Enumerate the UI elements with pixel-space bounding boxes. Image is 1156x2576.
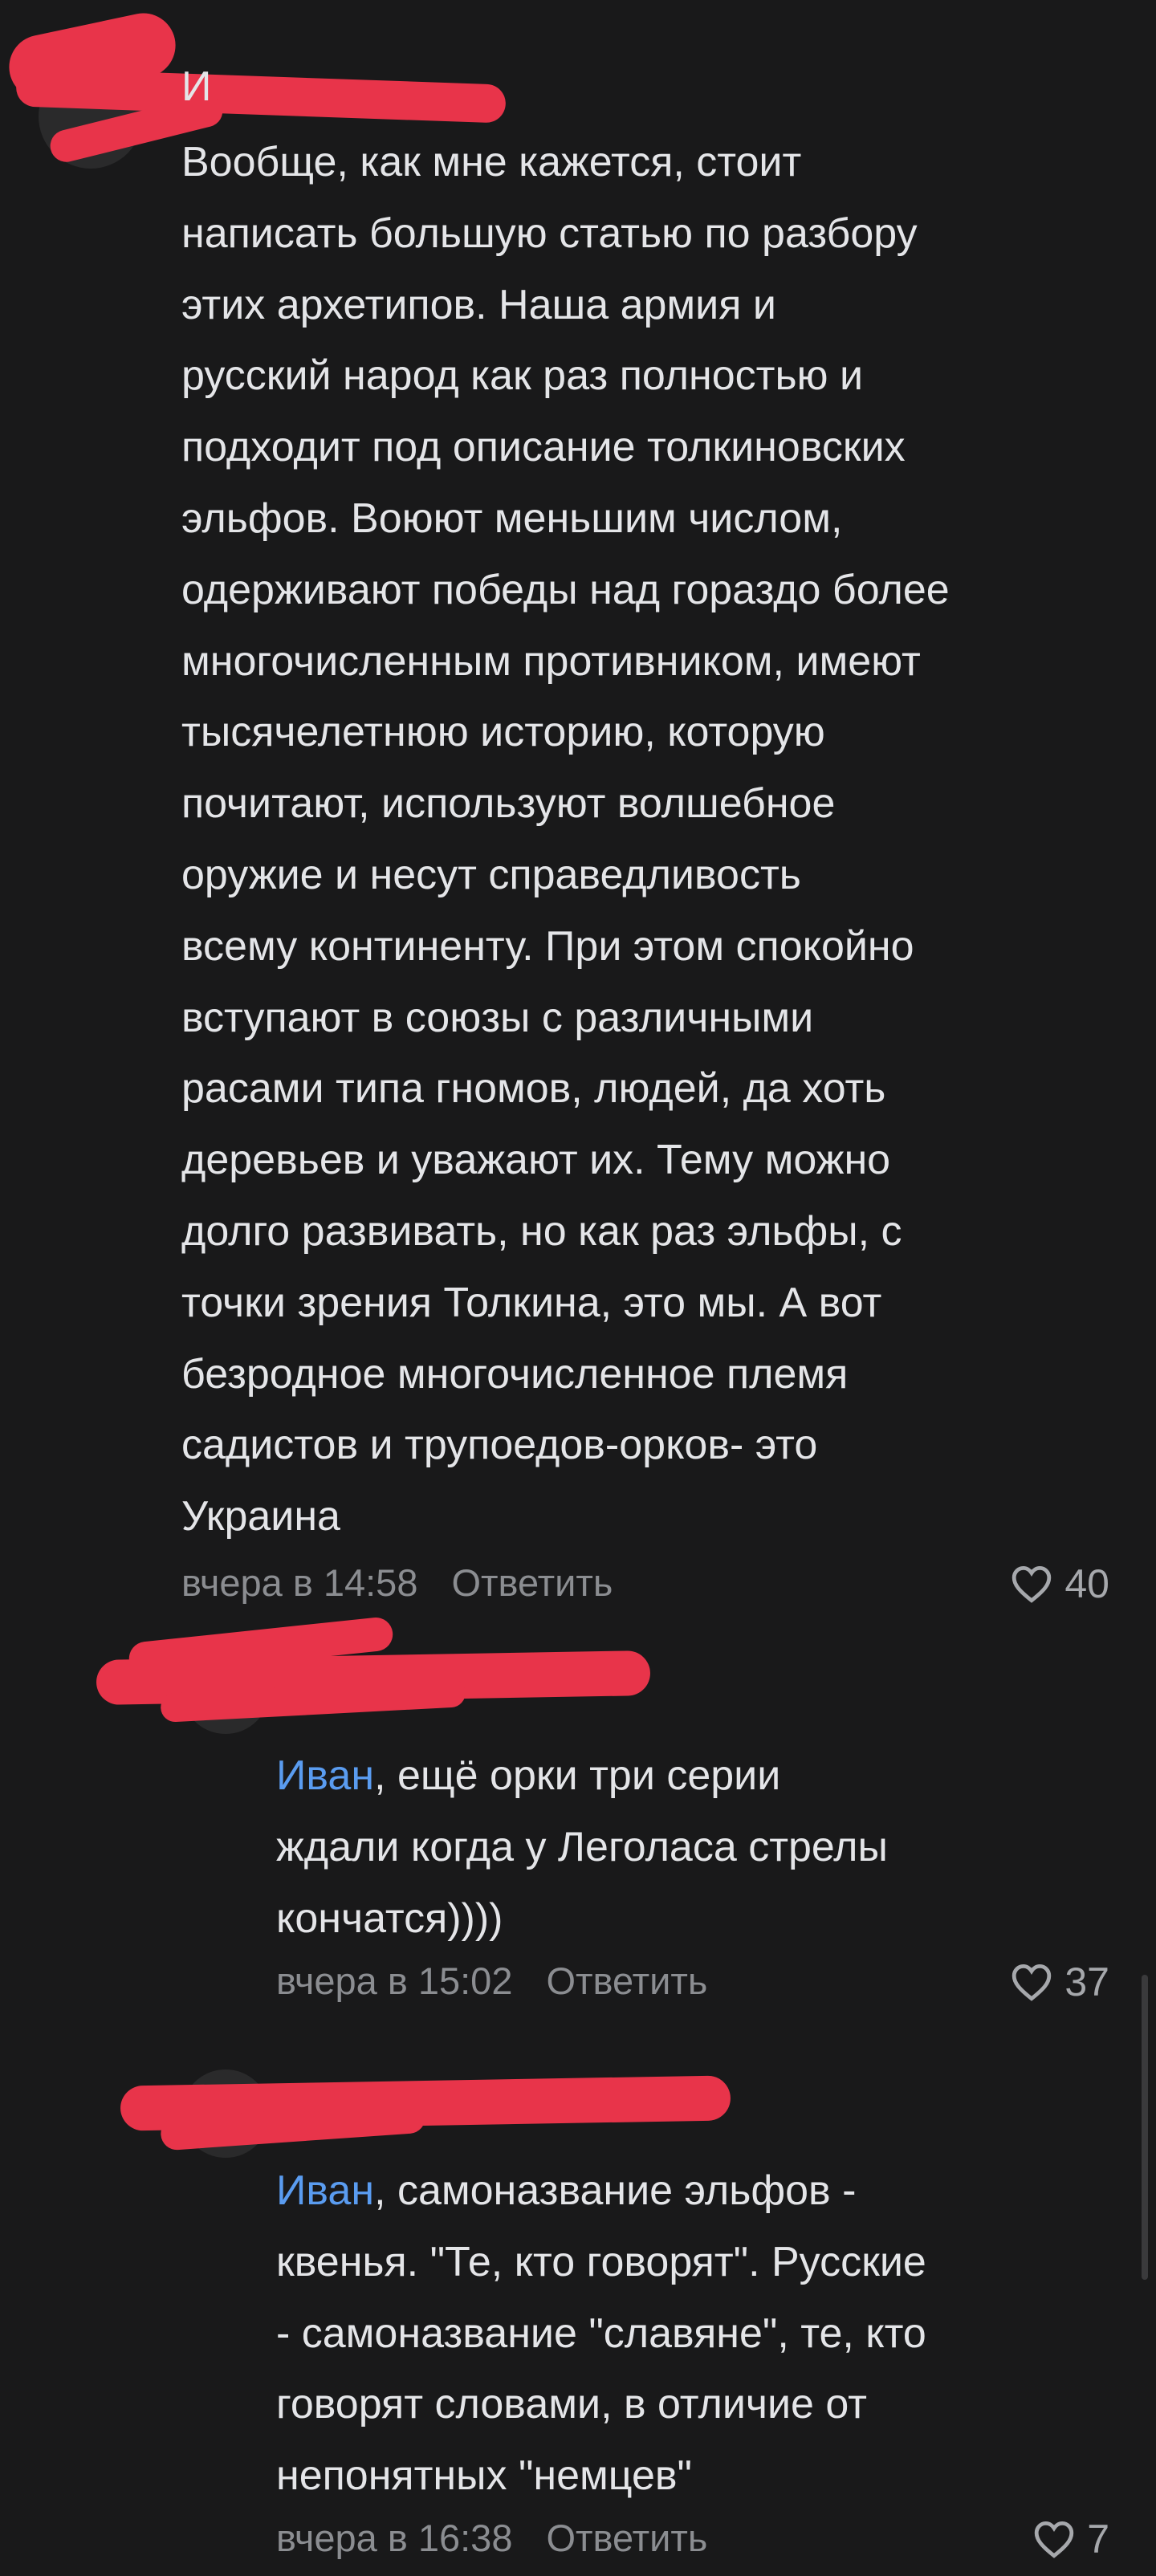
comment-meta: вчера в 15:02 Ответить xyxy=(276,1959,707,2003)
author-name[interactable]: И xyxy=(181,63,211,111)
comment-meta: вчера в 14:58 Ответить xyxy=(181,1561,613,1605)
timestamp: вчера в 14:58 xyxy=(181,1561,418,1604)
mention-link[interactable]: Иван xyxy=(276,1752,374,1799)
like-button[interactable]: 37 xyxy=(1010,1959,1109,2005)
comment-1: И Вообще, как мне кажется, стоит написат… xyxy=(0,0,1156,1630)
comment-3: Иван, самоназвание эльфов - квенья. "Те,… xyxy=(0,2047,1156,2576)
like-count: 37 xyxy=(1064,1959,1109,2004)
reply-button[interactable]: Ответить xyxy=(451,1561,613,1605)
comment-text: Вообще, как мне кажется, стоит написать … xyxy=(181,139,950,1540)
comment-text: Иван, самоназвание эльфов - квенья. "Те,… xyxy=(276,2155,1119,2512)
comment-2: Иван, ещё орки три серии ждали когда у Л… xyxy=(0,1615,1156,2047)
reply-button[interactable]: Ответить xyxy=(546,2516,707,2560)
like-count: 7 xyxy=(1087,2517,1109,2562)
comment-meta: вчера в 16:38 Ответить xyxy=(276,2516,707,2560)
comment-body: , самоназвание эльфов - квенья. "Те, кто… xyxy=(276,2167,926,2500)
reply-button[interactable]: Ответить xyxy=(546,1959,707,2003)
like-button[interactable]: 40 xyxy=(1010,1561,1109,1607)
heart-icon xyxy=(1012,1565,1052,1603)
timestamp: вчера в 16:38 xyxy=(276,2517,513,2559)
mention-link[interactable]: Иван xyxy=(276,2167,374,2214)
like-count: 40 xyxy=(1064,1561,1109,1606)
comment-text: Иван, ещё орки три серии ждали когда у Л… xyxy=(276,1740,1119,1954)
heart-icon xyxy=(1034,2521,1074,2558)
like-button[interactable]: 7 xyxy=(1032,2516,1109,2562)
heart-icon xyxy=(1012,1964,1052,2001)
scrollbar[interactable] xyxy=(1142,1975,1148,2280)
timestamp: вчера в 15:02 xyxy=(276,1959,513,2002)
